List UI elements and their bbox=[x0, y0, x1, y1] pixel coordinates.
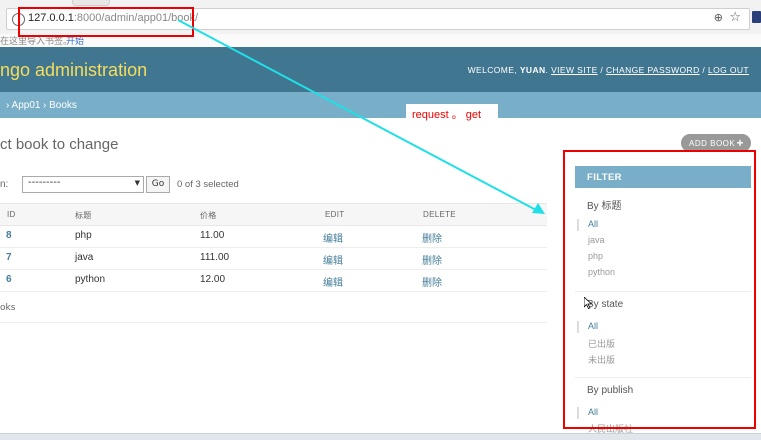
cursor-icon bbox=[584, 297, 592, 309]
arrow-line bbox=[177, 19, 537, 211]
annotation-arrow bbox=[177, 19, 545, 214]
